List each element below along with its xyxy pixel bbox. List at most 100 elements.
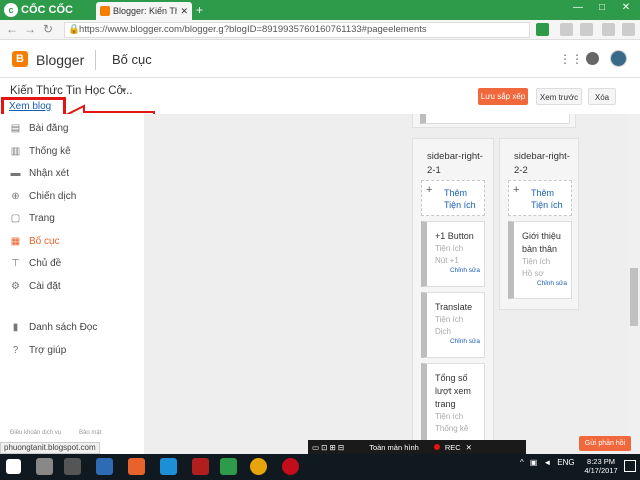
- sidebar-item-label: Trợ giúp: [29, 345, 67, 356]
- search-icon[interactable]: [36, 458, 53, 475]
- preview-button[interactable]: Xem trước: [536, 88, 582, 105]
- sidebar-item-settings[interactable]: ⚙ Cài đặt: [10, 281, 61, 292]
- sidebar-item-label: Cài đặt: [29, 281, 61, 292]
- gadget-card[interactable]: Giới thiệu bản thân Tiện ích Hồ sơ Chỉnh…: [508, 221, 572, 299]
- gadget-type: Tiện ích: [522, 257, 551, 266]
- comments-icon: ▬: [10, 168, 21, 179]
- add-gadget-button[interactable]: + Thêm Tiện ích: [508, 180, 572, 216]
- header-divider: [95, 50, 96, 70]
- status-bar-url: phuongtanit.blogspot.com: [0, 442, 100, 454]
- save-arrangement-button[interactable]: Lưu sắp xếp: [478, 88, 528, 105]
- clear-button[interactable]: Xóa: [588, 88, 616, 105]
- blogger-logo-icon[interactable]: B: [12, 51, 28, 67]
- gadget-card[interactable]: Translate Tiện ích Dịch Chỉnh sửa: [421, 292, 485, 358]
- gadget-partial[interactable]: [420, 114, 570, 124]
- edit-link[interactable]: Chỉnh sửa: [522, 280, 567, 287]
- terms-link[interactable]: Điều khoản dịch vụ: [10, 430, 61, 436]
- gadget-name: Thống kê: [435, 424, 469, 433]
- gadget-card[interactable]: +1 Button Tiện ích Nút +1 Chỉnh sửa: [421, 221, 485, 287]
- reading-list-icon: ▮: [12, 322, 19, 333]
- posts-icon: ▤: [10, 123, 21, 134]
- tab-close-icon[interactable]: ✕: [180, 6, 188, 17]
- close-window-button[interactable]: ✕: [614, 2, 638, 13]
- new-tab-button[interactable]: +: [196, 3, 203, 17]
- maximize-button[interactable]: □: [590, 2, 614, 13]
- network-icon[interactable]: ▣: [530, 458, 538, 467]
- sidebar-item-comments[interactable]: ▬ Nhận xét: [10, 168, 70, 179]
- sidebar-item-label: Danh sách Đọc: [29, 322, 98, 333]
- forward-icon[interactable]: →: [24, 22, 36, 36]
- sidebar-item-label: Nhận xét: [29, 168, 70, 179]
- minimize-button[interactable]: —: [566, 2, 590, 13]
- sidebar-item-stats[interactable]: ▥ Thống kê: [10, 146, 71, 157]
- theme-icon: ⊤: [11, 258, 20, 269]
- recorder-controls-icon[interactable]: ▭ ⊡ ⊞ ⊟: [312, 443, 344, 452]
- plus-icon: +: [513, 184, 520, 196]
- add-gadget-button[interactable]: + Thêm Tiện ích: [421, 180, 485, 216]
- screen-recorder-bar: ▭ ⊡ ⊞ ⊟ Toàn màn hình REC ✕: [308, 440, 526, 454]
- sidebar-item-label: Bố cục: [29, 236, 60, 247]
- file-explorer-icon[interactable]: [96, 458, 113, 475]
- sidebar-item-label: Trang: [29, 213, 55, 224]
- star-icon[interactable]: [560, 23, 573, 36]
- sidebar-item-label: Chiến dịch: [29, 191, 77, 202]
- plus-icon: +: [426, 184, 433, 196]
- teamviewer-icon[interactable]: [160, 458, 177, 475]
- stats-icon: ▥: [10, 146, 21, 157]
- gadget-title: +1 Button: [435, 231, 474, 241]
- shopping-cart-icon[interactable]: [536, 23, 549, 36]
- reload-icon[interactable]: ↻: [43, 22, 53, 36]
- rec-label[interactable]: REC: [445, 443, 461, 452]
- sidebar: [0, 114, 144, 444]
- app-icon[interactable]: [128, 458, 145, 475]
- back-icon[interactable]: ←: [6, 22, 18, 36]
- url-bar[interactable]: 🔒 https://www.blogger.com/blogger.g?blogI…: [64, 22, 530, 38]
- gadget-name: Hồ sơ: [522, 269, 544, 278]
- avatar[interactable]: [610, 50, 627, 67]
- recorder-close-icon[interactable]: ✕: [466, 443, 472, 452]
- tray-chevron-icon[interactable]: ^: [520, 458, 524, 467]
- extensions-icon[interactable]: [580, 23, 593, 36]
- gadget-title: Tổng số lượt xem trang: [435, 373, 471, 409]
- language-indicator[interactable]: ENG: [557, 458, 574, 467]
- coccoc-logo-icon: c: [4, 3, 18, 17]
- sidebar-item-posts[interactable]: ▤ Bài đăng: [10, 123, 69, 134]
- edit-link[interactable]: Chỉnh sửa: [435, 267, 480, 274]
- settings-icon: ⚙: [11, 281, 20, 292]
- taskbar-clock[interactable]: 8:23 PM 4/17/2017: [580, 457, 622, 475]
- sidebar-item-label: Thống kê: [29, 146, 71, 157]
- sidebar-item-layout[interactable]: ▦ Bố cục: [10, 236, 60, 247]
- feedback-button[interactable]: Gửi phản hồi: [579, 436, 631, 451]
- page-title: Bố cục: [112, 52, 152, 67]
- browser-tab[interactable]: Blogger: Kiến Thức Tin Họ✕: [96, 2, 192, 20]
- blogger-favicon-icon: [100, 6, 110, 16]
- sidebar-item-pages[interactable]: ▢ Trang: [10, 213, 55, 224]
- task-view-icon[interactable]: [64, 458, 81, 475]
- windows-start-icon[interactable]: [6, 459, 21, 474]
- help-icon: ?: [12, 345, 19, 356]
- chrome-icon[interactable]: [250, 458, 267, 475]
- gadget-type: Tiện ích: [435, 412, 464, 421]
- volume-icon[interactable]: ◄: [543, 458, 551, 467]
- menu-icon[interactable]: [622, 23, 635, 36]
- sidebar-item-theme[interactable]: ⊤ Chủ đề: [10, 258, 61, 269]
- scrollbar-thumb[interactable]: [630, 268, 638, 326]
- sidebar-item-reading-list[interactable]: ▮ Danh sách Đọc: [10, 322, 98, 333]
- sidebar-item-campaign[interactable]: ⊕ Chiến dịch: [10, 191, 76, 202]
- notifications-center-icon[interactable]: [624, 460, 636, 472]
- notifications-icon[interactable]: [586, 52, 599, 65]
- gadget-name: Dịch: [435, 327, 452, 336]
- section-title: sidebar-right-2-1: [427, 151, 483, 176]
- privacy-link[interactable]: Bảo mật: [79, 430, 101, 436]
- recorder-app-icon[interactable]: [282, 458, 299, 475]
- sidebar-footer: Điều khoản dịch vụ Bảo mật: [10, 430, 101, 436]
- chevron-down-icon[interactable]: ▼: [120, 86, 128, 95]
- coccoc-icon[interactable]: [220, 458, 237, 475]
- brand-label: CỐC CỐC: [21, 4, 73, 16]
- download-icon[interactable]: [602, 23, 615, 36]
- sidebar-item-help[interactable]: ? Trợ giúp: [10, 345, 67, 356]
- blog-selector[interactable]: Kiến Thức Tin Học Cô...: [10, 85, 133, 97]
- pdf-icon[interactable]: [192, 458, 209, 475]
- edit-link[interactable]: Chỉnh sửa: [435, 338, 480, 345]
- sidebar-item-label: Chủ đề: [29, 258, 62, 269]
